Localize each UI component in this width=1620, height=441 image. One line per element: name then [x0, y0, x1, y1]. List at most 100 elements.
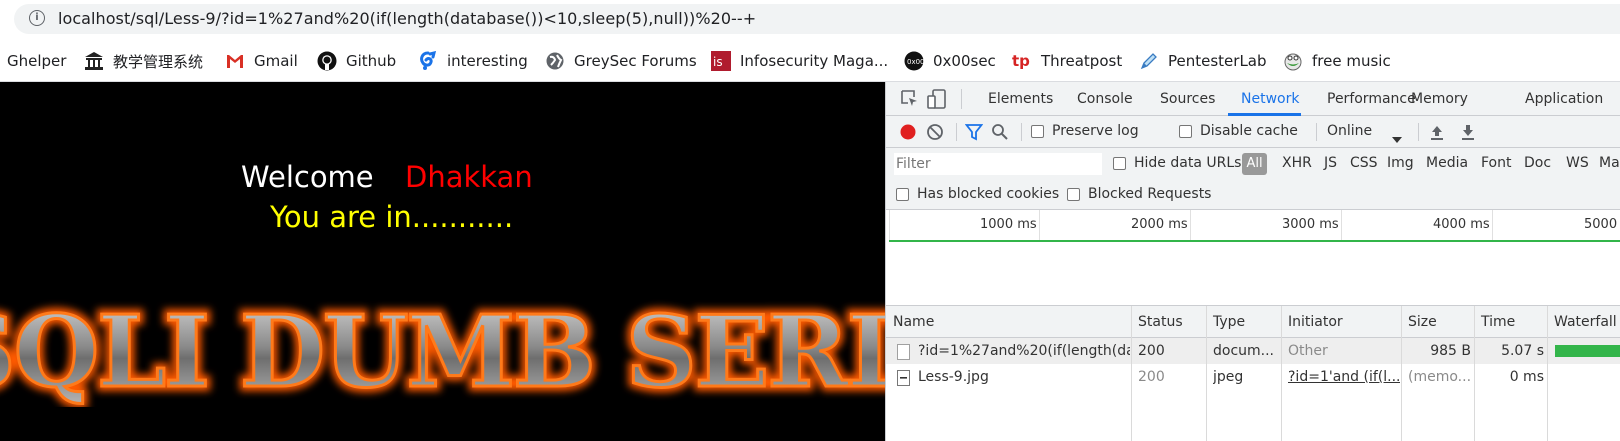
bookmark-0x00sec[interactable]: 0x00 0x00sec	[904, 51, 996, 71]
hide-data-urls-label: Hide data URLs	[1134, 155, 1242, 171]
bookmark-label: Infosecurity Maga...	[740, 52, 889, 70]
request-time: 0 ms	[1509, 369, 1544, 385]
bookmark-label: Threatpost	[1041, 52, 1123, 70]
filter-type-img[interactable]: Img	[1387, 155, 1414, 171]
filter-icon[interactable]	[964, 123, 984, 145]
tab-console[interactable]: Console	[1077, 91, 1133, 107]
request-name: ?id=1%27and%20(if(length(da...	[918, 343, 1130, 359]
tab-application[interactable]: Application	[1525, 91, 1603, 107]
pen-icon	[1139, 51, 1159, 71]
building-icon	[84, 51, 104, 71]
tab-elements[interactable]: Elements	[988, 91, 1053, 107]
swirl-icon	[418, 50, 438, 71]
column-header-time[interactable]: Time	[1481, 314, 1515, 330]
bookmark-label: Github	[346, 52, 397, 70]
tab-sources[interactable]: Sources	[1160, 91, 1215, 107]
has-blocked-cookies-checkbox[interactable]	[896, 188, 909, 201]
bookmark-greysec[interactable]: GreySec Forums	[545, 51, 697, 71]
site-info-icon[interactable]: i	[29, 10, 45, 26]
filter-type-css[interactable]: CSS	[1350, 155, 1378, 171]
filter-type-manifest[interactable]: Mar	[1599, 155, 1620, 171]
bookmark-threatpost[interactable]: tp Threatpost	[1012, 51, 1122, 71]
column-header-initiator[interactable]: Initiator	[1288, 314, 1343, 330]
inspect-element-icon[interactable]	[900, 89, 920, 113]
tab-network[interactable]: Network	[1241, 91, 1299, 107]
waterfall-bar	[1555, 345, 1620, 357]
blocked-requests-checkbox[interactable]	[1067, 188, 1080, 201]
bookmark-teaching-system[interactable]: 教学管理系统	[84, 51, 203, 71]
filter-type-all[interactable]: All	[1242, 153, 1267, 175]
bookmark-interesting[interactable]: interesting	[418, 50, 528, 71]
dropdown-caret-icon[interactable]	[1392, 129, 1402, 148]
record-icon[interactable]	[899, 123, 917, 145]
sqli-dumb-series-banner-image: SQLI DUMB SERIES SQLI DUMB SERIES	[0, 297, 885, 407]
device-toolbar-icon[interactable]	[926, 88, 948, 114]
tp-logo-icon: tp	[1012, 51, 1032, 71]
table-row[interactable]: ?id=1%27and%20(if(length(da... 200 docum…	[886, 338, 1620, 364]
username-text: Dhakkan	[405, 160, 533, 194]
bookmark-label: 0x00sec	[933, 52, 996, 70]
export-har-icon[interactable]	[1460, 123, 1476, 145]
bookmarks-bar: Ghelper 教学管理系统 Gmail Github interesting …	[0, 38, 1620, 82]
filter-type-xhr[interactable]: XHR	[1282, 155, 1312, 171]
address-bar: i localhost/sql/Less-9/?id=1%27and%20(if…	[0, 0, 1620, 38]
table-row[interactable]: Less-9.jpg 200 jpeg ?id=1'and (if(l... (…	[886, 364, 1620, 390]
clear-icon[interactable]	[926, 123, 944, 145]
image-file-icon	[897, 370, 910, 386]
filter-type-js[interactable]: JS	[1324, 155, 1337, 171]
column-header-waterfall[interactable]: Waterfall	[1554, 314, 1617, 330]
filter-type-doc[interactable]: Doc	[1524, 155, 1551, 171]
filter-type-media[interactable]: Media	[1426, 155, 1468, 171]
bookmark-infosecurity[interactable]: is Infosecurity Maga...	[711, 51, 888, 71]
timeline-tick: 3000 ms	[1282, 217, 1339, 232]
timeline-overview[interactable]	[886, 242, 1620, 306]
preserve-log-label: Preserve log	[1052, 123, 1139, 139]
requests-table: Name Status Type Initiator Size Time Wat…	[886, 306, 1620, 441]
column-header-type[interactable]: Type	[1213, 314, 1245, 330]
bookmark-label: GreySec Forums	[574, 52, 697, 70]
url-text[interactable]: localhost/sql/Less-9/?id=1%27and%20(if(l…	[58, 9, 756, 28]
bookmark-gmail[interactable]: Gmail	[225, 51, 298, 71]
timeline-ruler: 1000 ms 2000 ms 3000 ms 4000 ms 5000	[886, 210, 1620, 306]
tab-performance[interactable]: Performance	[1327, 91, 1416, 107]
timeline-tick: 2000 ms	[1131, 217, 1188, 232]
search-icon[interactable]	[991, 123, 1009, 145]
svg-text:0x00: 0x00	[907, 58, 924, 66]
bookmark-label: free music	[1312, 52, 1391, 70]
disable-cache-label: Disable cache	[1200, 123, 1298, 139]
column-header-name[interactable]: Name	[893, 314, 934, 330]
filter-bar: Hide data URLs All XHR JS CSS Img Media …	[886, 148, 1620, 180]
svg-text:tp: tp	[1012, 52, 1030, 70]
bookmark-ghelper[interactable]: Ghelper	[7, 51, 66, 71]
request-status: 200	[1138, 343, 1165, 359]
timeline-tick: 5000	[1584, 217, 1618, 232]
tab-memory[interactable]: Memory	[1411, 91, 1468, 107]
column-header-status[interactable]: Status	[1138, 314, 1183, 330]
welcome-text: Welcome	[241, 160, 374, 194]
svg-text:is: is	[713, 55, 723, 69]
devtools-panel: Elements Console Sources Network Perform…	[885, 82, 1620, 441]
bookmark-label: Gmail	[254, 52, 298, 70]
globe-icon	[545, 51, 565, 71]
status-message: You are in...........	[270, 200, 514, 234]
bookmark-free-music[interactable]: free music	[1283, 51, 1391, 71]
hide-data-urls-checkbox[interactable]	[1113, 157, 1126, 170]
request-status: 200	[1138, 369, 1165, 385]
request-initiator-link[interactable]: ?id=1'and (if(l...	[1288, 369, 1400, 385]
bookmark-github[interactable]: Github	[317, 51, 396, 71]
network-toolbar: Preserve log Disable cache Online	[886, 116, 1620, 148]
throttle-select[interactable]: Online	[1327, 123, 1372, 139]
blocked-filter-bar: Has blocked cookies Blocked Requests	[886, 180, 1620, 210]
has-blocked-cookies-label: Has blocked cookies	[917, 186, 1060, 202]
bookmark-pentesterlab[interactable]: PentesterLab	[1139, 51, 1267, 71]
preserve-log-checkbox[interactable]	[1031, 125, 1044, 138]
banner-outline: SQLI DUMB SERIES	[0, 297, 885, 407]
filter-type-font[interactable]: Font	[1481, 155, 1511, 171]
request-time: 5.07 s	[1501, 343, 1544, 359]
disable-cache-checkbox[interactable]	[1179, 125, 1192, 138]
import-har-icon[interactable]	[1429, 123, 1445, 145]
page-viewport: Welcome Dhakkan You are in........... SQ…	[0, 82, 885, 441]
filter-type-ws[interactable]: WS	[1566, 155, 1589, 171]
column-header-size[interactable]: Size	[1408, 314, 1437, 330]
filter-input[interactable]	[894, 153, 1102, 175]
